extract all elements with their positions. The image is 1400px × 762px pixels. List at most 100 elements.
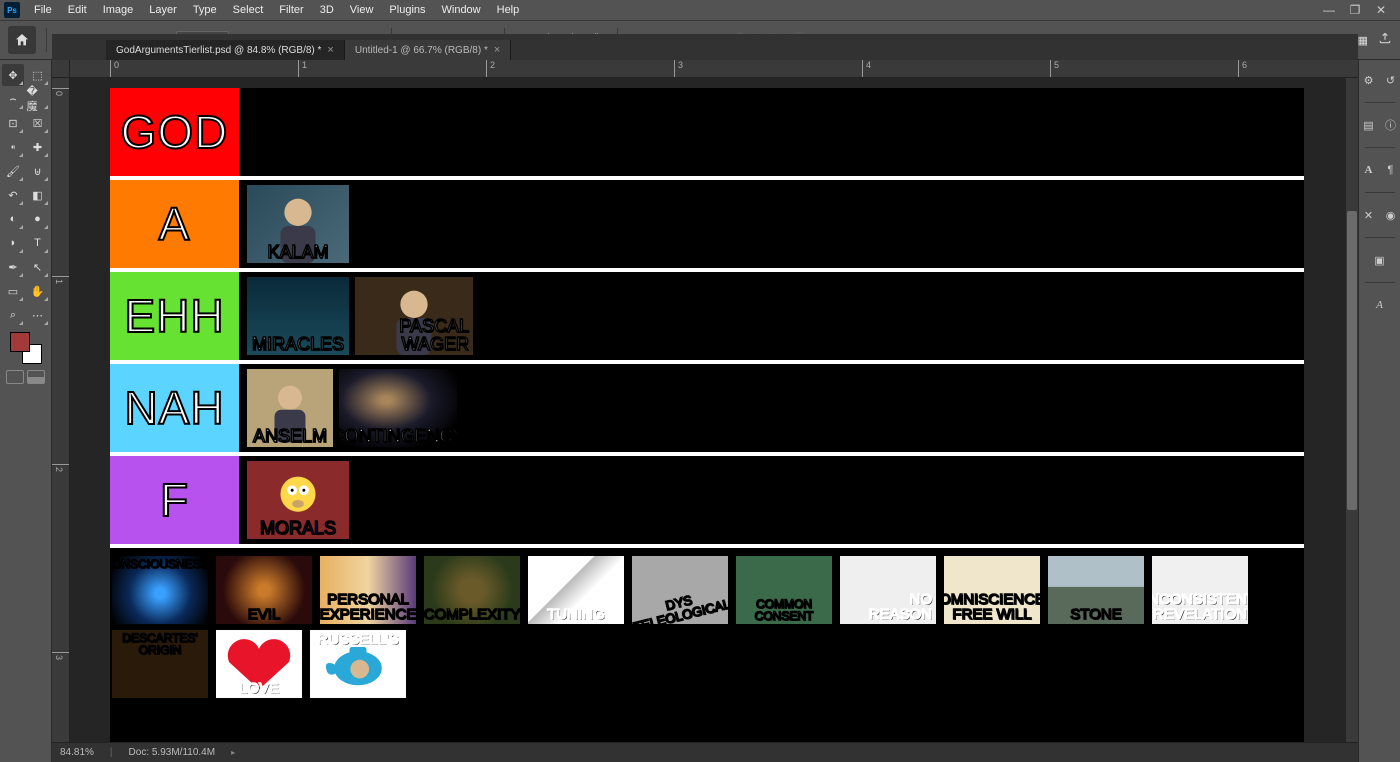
menu-select[interactable]: Select [225, 2, 272, 18]
tier-item[interactable]: CONSCIOUSNESSS [112, 556, 208, 624]
tier-items-area[interactable]: MIRACLESPASCAL WAGER [239, 272, 1304, 360]
share-icon[interactable] [1378, 31, 1392, 48]
move-tool[interactable]: ✥ [2, 64, 24, 86]
tier-item[interactable]: KALAM [247, 185, 349, 263]
tier-item[interactable]: DYS TELEOLOGICAL [632, 556, 728, 624]
menu-layer[interactable]: Layer [141, 2, 185, 18]
tier-items-area[interactable] [239, 88, 1304, 176]
close-window-button[interactable]: ✕ [1374, 3, 1388, 17]
menu-plugins[interactable]: Plugins [381, 2, 433, 18]
tier-item[interactable]: TUNING [528, 556, 624, 624]
eraser-tool[interactable]: ◧ [27, 184, 49, 206]
maximize-button[interactable]: ❐ [1348, 3, 1362, 17]
tier-item[interactable]: ANSELM [247, 369, 333, 447]
quickmask-standard-icon[interactable] [6, 370, 24, 384]
tier-item[interactable]: LOVE [216, 630, 302, 698]
path-tool[interactable]: ↖ [27, 256, 49, 278]
menu-view[interactable]: View [342, 2, 382, 18]
artboard-tool[interactable]: ⬚ [27, 64, 49, 86]
healing-tool[interactable]: ✚ [27, 136, 49, 158]
tier-item[interactable]: CONTINGENCY [339, 369, 457, 447]
tier-item-label: LOVE [239, 681, 279, 698]
brush-tool[interactable]: 🖌 [2, 160, 24, 182]
adjust-icon[interactable]: ⚙ [1361, 72, 1377, 88]
document-tab[interactable]: Untitled-1 @ 66.7% (RGB/8) *× [345, 40, 511, 60]
tier-item[interactable]: OMNISCIENCE FREE WILL [944, 556, 1040, 624]
scrollbar-thumb[interactable] [1347, 211, 1357, 510]
tier-item[interactable]: NO REASON [840, 556, 936, 624]
frame-tool[interactable]: ☒ [27, 112, 49, 134]
zoom-level[interactable]: 84.81% [60, 747, 94, 758]
menu-type[interactable]: Type [185, 2, 225, 18]
menu-file[interactable]: File [26, 2, 60, 18]
pen-tool[interactable]: ✒ [2, 256, 24, 278]
menu-help[interactable]: Help [489, 2, 528, 18]
tier-item[interactable]: COMMON CONSENT [736, 556, 832, 624]
glyphs-icon[interactable]: A [1372, 297, 1388, 313]
tier-label[interactable]: A [110, 180, 239, 268]
tier-row: FMORALS [110, 456, 1304, 548]
tier-label[interactable]: GOD [110, 88, 239, 176]
dodge-tool[interactable]: ◗ [2, 232, 24, 254]
tier-label[interactable]: NAH [110, 364, 239, 452]
tier-item[interactable]: COMPLEXITY [424, 556, 520, 624]
vertical-scrollbar[interactable] [1346, 78, 1358, 742]
workspace-icon[interactable]: ▦ [1358, 34, 1368, 47]
swatches-panel-icon[interactable]: ✕ [1361, 207, 1377, 223]
ruler-corner [52, 60, 70, 78]
horizontal-ruler[interactable]: 0123456 [70, 60, 1358, 78]
tier-item[interactable]: MIRACLES [247, 277, 349, 355]
menu-image[interactable]: Image [95, 2, 142, 18]
layers-icon[interactable]: ▣ [1372, 252, 1388, 268]
tier-item[interactable]: STONE [1048, 556, 1144, 624]
tier-item[interactable]: DESCARTES' ORIGIN [112, 630, 208, 698]
document-tab[interactable]: GodArgumentsTierlist.psd @ 84.8% (RGB/8)… [106, 40, 345, 60]
tier-item[interactable]: PERSONAL EXPERIENCE [320, 556, 416, 624]
vertical-ruler[interactable]: 0123 [52, 78, 70, 742]
crop-tool[interactable]: ⊡ [2, 112, 24, 134]
tier-item[interactable]: RUSSELL'S [310, 630, 406, 698]
history-icon[interactable]: ↺ [1383, 72, 1399, 88]
tier-item[interactable]: EVIL [216, 556, 312, 624]
tier-item[interactable]: MORALS [247, 461, 349, 539]
eyedropper-tool[interactable]: ⁌ [2, 136, 24, 158]
character-icon[interactable]: A [1361, 162, 1377, 178]
info-icon[interactable]: ⓘ [1383, 117, 1399, 133]
tier-item[interactable]: INCONSISTENT REVELATION [1152, 556, 1248, 624]
lasso-tool[interactable]: ⌢ [2, 88, 24, 110]
color-panel-icon[interactable]: ◉ [1383, 207, 1399, 223]
tier-label[interactable]: EHH [110, 272, 239, 360]
properties-icon[interactable]: ▤ [1361, 117, 1377, 133]
type-tool[interactable]: T [27, 232, 49, 254]
canvas[interactable]: GODAKALAMEHHMIRACLESPASCAL WAGERNAHANSEL… [110, 88, 1304, 742]
foreground-swatch[interactable] [10, 332, 30, 352]
gradient-tool[interactable]: ◐ [2, 208, 24, 230]
unranked-pool[interactable]: CONSCIOUSNESSSEVILPERSONAL EXPERIENCECOM… [110, 548, 1304, 698]
window-controls: — ❐ ✕ [1322, 3, 1396, 17]
menu-filter[interactable]: Filter [271, 2, 311, 18]
hand-tool[interactable]: ✋ [27, 280, 49, 302]
zoom-tool[interactable]: ⌕ [2, 304, 24, 326]
tab-close-icon[interactable]: × [327, 44, 333, 56]
rectangle-tool[interactable]: ▭ [2, 280, 24, 302]
history-brush-tool[interactable]: ↶ [2, 184, 24, 206]
menu-window[interactable]: Window [434, 2, 489, 18]
stamp-tool[interactable]: ⊎ [27, 160, 49, 182]
tier-items-area[interactable]: ANSELMCONTINGENCY [239, 364, 1304, 452]
blur-tool[interactable]: ● [27, 208, 49, 230]
tier-label[interactable]: F [110, 456, 239, 544]
tier-items-area[interactable]: MORALS [239, 456, 1304, 544]
tab-close-icon[interactable]: × [494, 44, 500, 56]
edit-toolbar[interactable]: ⋯ [27, 304, 49, 326]
menu-edit[interactable]: Edit [60, 2, 95, 18]
tier-item[interactable]: PASCAL WAGER [355, 277, 473, 355]
paragraph-icon[interactable]: ¶ [1383, 162, 1399, 178]
tier-items-area[interactable]: KALAM [239, 180, 1304, 268]
minimize-button[interactable]: — [1322, 3, 1336, 17]
home-button[interactable] [8, 26, 36, 54]
color-swatches[interactable] [10, 332, 42, 364]
quickmask-mask-icon[interactable] [27, 370, 45, 384]
quick-select-tool[interactable]: �魔 [27, 88, 49, 110]
menu-3d[interactable]: 3D [312, 2, 342, 18]
app-logo: Ps [4, 2, 20, 18]
